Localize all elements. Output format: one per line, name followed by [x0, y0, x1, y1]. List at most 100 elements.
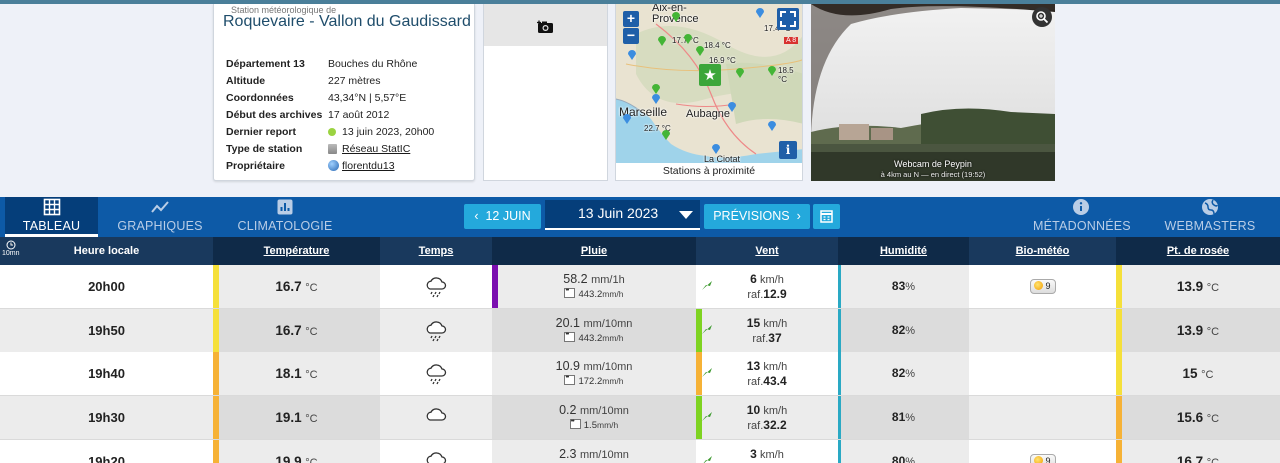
map-caption: Stations à proximité: [616, 163, 802, 180]
nearby-stations-map[interactable]: Aix-en- Provence Marseille Aubagne La Ci…: [615, 4, 803, 181]
cell-humidity: 82%: [838, 352, 969, 395]
prev-day-button[interactable]: ‹ 12 JUIN: [464, 204, 541, 229]
info-row-proprietaire: Propriétaire florentdu13: [226, 159, 395, 172]
cell-bio-meteo: 9: [969, 265, 1116, 308]
webcam-title: Webcam de Peypin: [894, 159, 972, 169]
info-row-coordonnees: Coordonnées 43,34°N | 5,57°E: [226, 91, 407, 104]
info-row-altitude: Altitude 227 mètres: [226, 74, 381, 87]
calendar-button[interactable]: [813, 204, 840, 229]
temperature-color-bar: [213, 352, 219, 395]
rain-gauge-icon: [564, 284, 576, 298]
cell-bio-meteo: [969, 309, 1116, 352]
rain-cloud-icon: [426, 364, 447, 385]
info-row-debut-archives: Début des archives 17 août 2012: [226, 108, 390, 121]
toolbar: TABLEAU GRAPHIQUES CLIMATOLOGIE ‹ 12 JUI…: [0, 197, 1280, 237]
station-marker-icon: [712, 144, 720, 154]
sun-icon: [1034, 456, 1044, 463]
wind-direction-icon: [702, 412, 712, 421]
header-bio-meteo[interactable]: Bio-météo: [969, 237, 1116, 265]
station-marker-icon: [623, 114, 631, 124]
station-marker-icon: [696, 46, 704, 56]
station-marker-icon: [662, 130, 670, 140]
cell-temperature: 19.1 °C: [213, 396, 380, 439]
table-row: 20h00 16.7 °C 58.2 mm/1h443.2mm/h6 km/hraf…: [0, 265, 1280, 309]
map-markers: ★: [623, 8, 790, 154]
fullscreen-icon: [780, 11, 796, 27]
cell-hour: 19h30: [88, 410, 125, 425]
temperature-color-bar: [213, 309, 219, 352]
station-marker-icon: [768, 66, 776, 76]
cloud-icon: [426, 452, 447, 463]
wind-direction-icon: [702, 325, 712, 334]
header-temperature[interactable]: Température: [213, 237, 380, 265]
cell-rain: 20.1 mm/10mn443.2mm/h: [492, 309, 696, 352]
rain-gauge-icon: [569, 415, 581, 429]
cell-wind: 13 km/h raf.43.4: [696, 352, 838, 395]
previsions-button[interactable]: PRÉVISIONS ›: [704, 204, 810, 229]
station-photo-box[interactable]: [483, 4, 608, 181]
dew-color-bar: [1116, 352, 1122, 395]
add-photo-icon[interactable]: [537, 20, 555, 34]
tab-metadonnees[interactable]: MÉTADONNÉES: [1033, 197, 1131, 237]
zoom-webcam-button[interactable]: [1032, 7, 1052, 27]
info-icon: [1073, 199, 1089, 215]
station-marker-icon: [658, 36, 666, 46]
header-rosee[interactable]: Pt. de rosée: [1116, 237, 1280, 265]
tab-tableau[interactable]: TABLEAU: [5, 197, 98, 237]
humidity-divider: [838, 352, 841, 395]
cell-humidity: 82%: [838, 309, 969, 352]
cell-humidity: 81%: [838, 396, 969, 439]
station-marker-icon: [672, 12, 680, 22]
fullscreen-button[interactable]: [777, 8, 799, 30]
tab-webmasters[interactable]: WEBMASTERS: [1160, 197, 1260, 237]
calendar-icon: [820, 210, 833, 223]
tab-graphiques[interactable]: GRAPHIQUES: [115, 197, 205, 237]
cell-temperature: 16.7 °C: [213, 309, 380, 352]
station-info-table: Département 13 Bouches du Rhône Altitude 2…: [223, 55, 434, 174]
cell-weather: [380, 309, 492, 352]
station-title: Roquevaire - Vallon du Gaudissard: [223, 13, 471, 30]
cell-humidity: 83%: [838, 265, 969, 308]
cell-hour: 19h40: [88, 366, 125, 381]
cell-dew-point: 15.6 °C: [1116, 396, 1280, 439]
header-humidite[interactable]: Humidité: [838, 237, 969, 265]
cell-weather: [380, 440, 492, 463]
header-pluie[interactable]: Pluie: [492, 237, 696, 265]
dew-color-bar: [1116, 309, 1122, 352]
cell-weather: [380, 352, 492, 395]
chevron-right-icon: ›: [796, 209, 801, 223]
date-select[interactable]: 13 Juin 2023: [545, 200, 700, 230]
header-temps[interactable]: Temps: [380, 237, 492, 265]
cell-rain: 10.9 mm/10mn172.2mm/h: [492, 352, 696, 395]
table-icon: [43, 198, 60, 216]
wind-direction-icon: [702, 281, 712, 290]
status-dot-icon: [328, 127, 336, 136]
header-vent[interactable]: Vent: [696, 237, 838, 265]
humidity-divider: [838, 440, 841, 463]
magnifier-icon: [1036, 11, 1049, 24]
station-type-icon: [328, 143, 337, 154]
line-chart-icon: [151, 201, 169, 213]
cell-wind: 15 km/h raf.37: [696, 309, 838, 352]
tab-climatologie[interactable]: CLIMATOLOGIE: [237, 197, 333, 237]
station-marker-icon: [628, 50, 636, 60]
bio-meteo-badge[interactable]: 9: [1029, 454, 1056, 463]
wind-direction-icon: [702, 368, 712, 377]
table-row: 19h50 16.7 °C 20.1 mm/10mn443.2mm/h15 km/h…: [0, 309, 1280, 353]
cell-temperature: 18.1 °C: [213, 352, 380, 395]
zoom-in-button[interactable]: +: [623, 11, 639, 27]
temperature-color-bar: [213, 440, 219, 463]
webcam-panel[interactable]: Webcam de Peypin à 4km au N — en direct …: [811, 4, 1055, 181]
humidity-divider: [838, 396, 841, 439]
station-marker-icon: [736, 68, 744, 78]
station-marker-icon: [768, 121, 776, 131]
dew-color-bar: [1116, 396, 1122, 439]
map-info-button[interactable]: i: [779, 141, 797, 159]
bio-meteo-badge[interactable]: 9: [1029, 279, 1056, 295]
station-type-link[interactable]: Réseau StatIC: [342, 143, 410, 155]
zoom-out-button[interactable]: −: [623, 28, 639, 44]
station-card: Station météorologique de Roquevaire - V…: [213, 4, 475, 181]
info-row-type-station: Type de station Réseau StatIC: [226, 142, 411, 155]
owner-link[interactable]: florentdu13: [342, 160, 395, 172]
cell-bio-meteo: [969, 352, 1116, 395]
